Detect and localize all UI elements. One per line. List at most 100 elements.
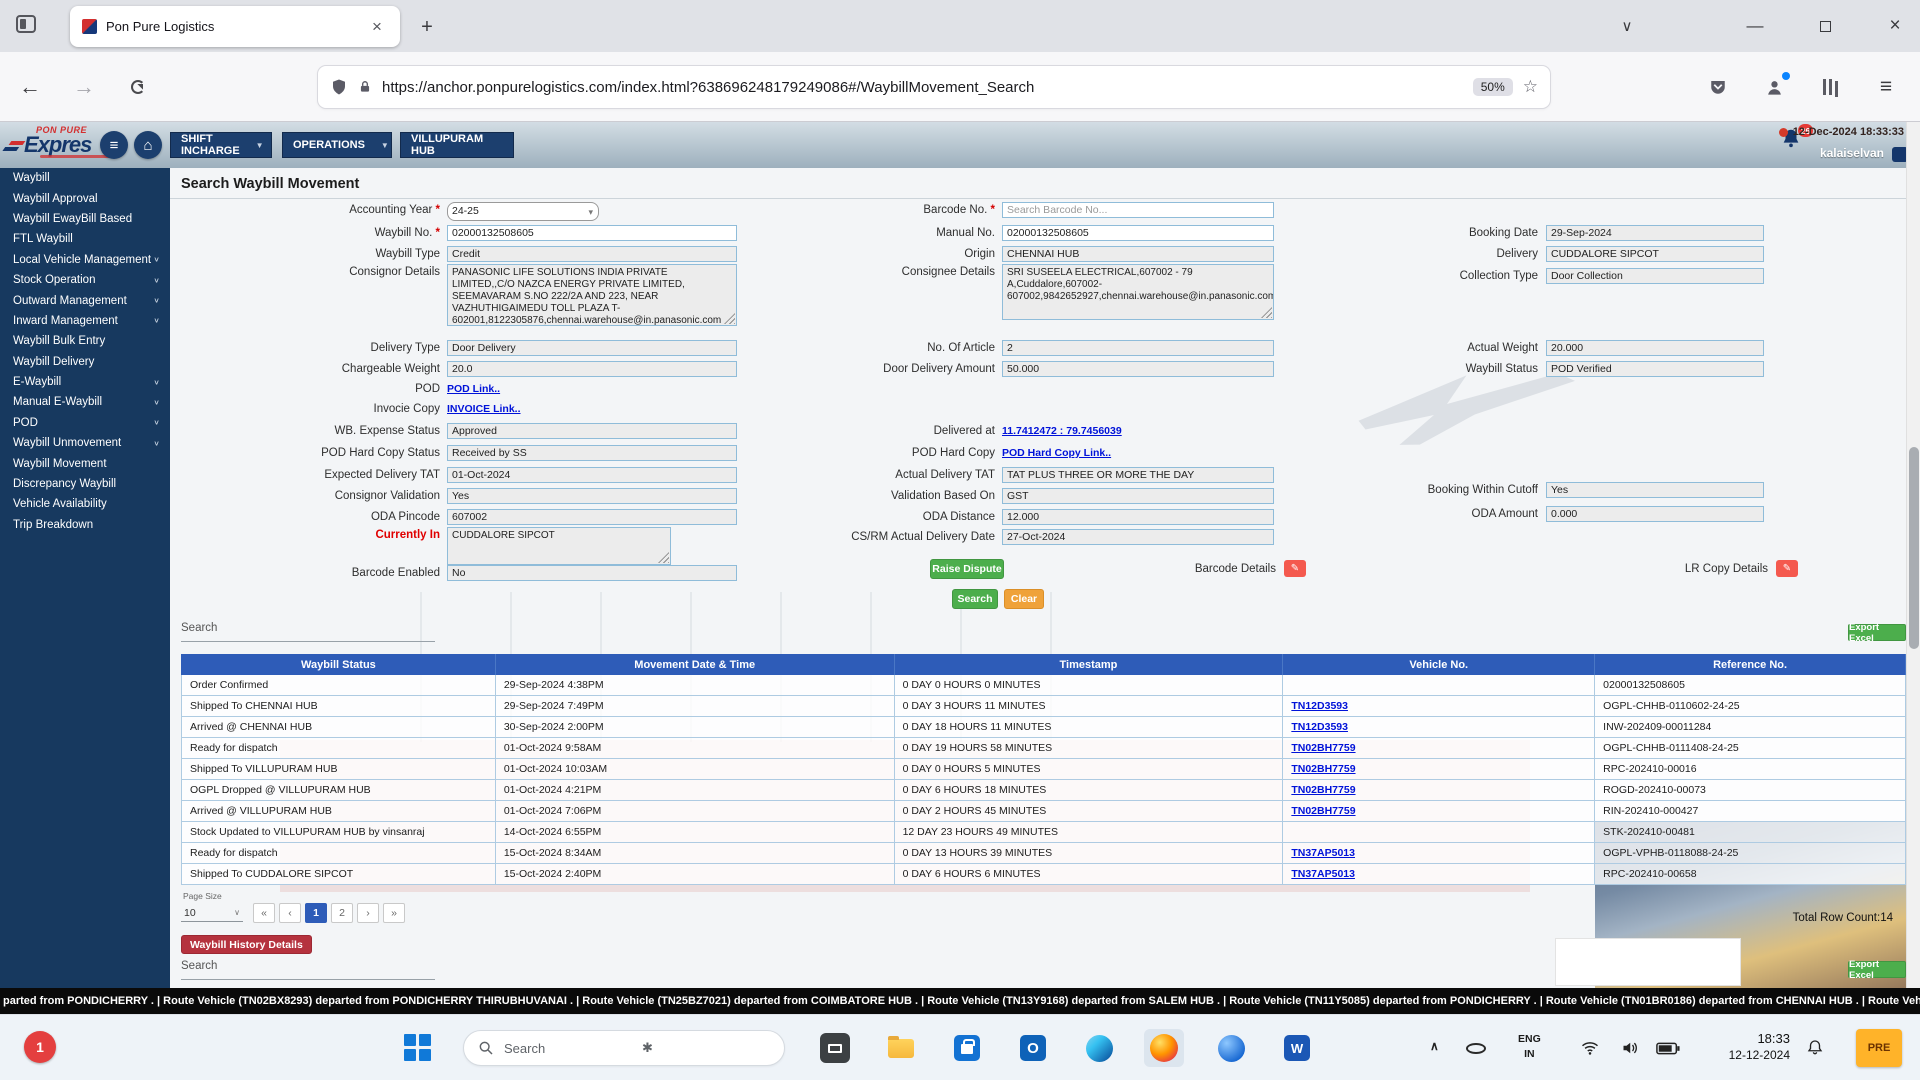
restore-button[interactable]	[1802, 0, 1848, 52]
field-invoice_copy-link[interactable]: INVOICE Link..	[447, 403, 521, 415]
file-explorer-icon[interactable]	[886, 1033, 916, 1063]
field-pod_hard_copy-link[interactable]: POD Hard Copy Link..	[1002, 447, 1111, 459]
taskbar-alert-icon[interactable]: 1	[24, 1031, 56, 1063]
vehicle-no-link[interactable]: TN02BH7759	[1291, 784, 1355, 796]
vehicle-no-link[interactable]: TN02BH7759	[1291, 763, 1355, 775]
scrollbar-thumb[interactable]	[1909, 447, 1919, 649]
forward-button[interactable]: →	[66, 70, 102, 104]
lr-copy-edit-button[interactable]: ✎	[1776, 560, 1798, 577]
browser-tab[interactable]: Pon Pure Logistics ×	[70, 6, 400, 47]
back-button[interactable]: ←	[12, 70, 48, 104]
table-cell: 0 DAY 13 HOURS 39 MINUTES	[894, 843, 1284, 864]
notification-center-bell-icon[interactable]	[1806, 1038, 1824, 1056]
volume-icon[interactable]	[1620, 1039, 1639, 1057]
holiday-flower-icon[interactable]: ✱	[642, 1040, 770, 1056]
word-icon[interactable]: W	[1282, 1033, 1312, 1063]
field-consignee_details[interactable]: SRI SUSEELA ELECTRICAL,607002 - 79 A,Cud…	[1002, 264, 1274, 320]
field-accounting_year[interactable]: 24-25 ▾	[447, 202, 599, 221]
waybill-history-details-button[interactable]: Waybill History Details	[181, 935, 312, 954]
zoom-level[interactable]: 50%	[1472, 78, 1513, 96]
start-button[interactable]	[404, 1034, 432, 1062]
table-cell: 0 DAY 0 HOURS 0 MINUTES	[894, 675, 1284, 696]
tab-close-icon[interactable]: ×	[366, 16, 388, 38]
field-label-csrm_actual_delivery_date: CS/RM Actual Delivery Date	[851, 531, 995, 543]
firefox-icon-active[interactable]	[1144, 1029, 1184, 1067]
clear-button[interactable]: Clear	[1004, 589, 1044, 609]
field-manual_no[interactable]: 02000132508605	[1002, 225, 1274, 241]
language-indicator[interactable]: ENG IN	[1518, 1032, 1541, 1062]
table-cell: 01-Oct-2024 10:03AM	[495, 759, 895, 780]
presentation-app-icon[interactable]	[820, 1033, 850, 1063]
resize-grip-icon[interactable]	[1261, 307, 1272, 318]
pocket-icon[interactable]	[1700, 70, 1736, 104]
outlook-icon[interactable]: O	[1018, 1033, 1048, 1063]
table-cell: 0 DAY 18 HOURS 11 MINUTES	[894, 717, 1284, 738]
field-barcode_no[interactable]: Search Barcode No...	[1002, 202, 1274, 218]
table-cell: 0 DAY 6 HOURS 18 MINUTES	[894, 780, 1284, 801]
resize-grip-icon[interactable]	[658, 552, 669, 563]
vehicle-no-link[interactable]: TN12D3593	[1291, 700, 1348, 712]
field-label-consignee_details: Consignee Details	[901, 266, 995, 278]
export-excel-button[interactable]: Export Excel	[1848, 622, 1906, 644]
field-label-no_of_article: No. Of Article	[927, 342, 995, 354]
library-icon[interactable]	[1812, 70, 1848, 104]
url-bar[interactable]: https://anchor.ponpurelogistics.com/inde…	[318, 66, 1550, 108]
field-pod-link[interactable]: POD Link..	[447, 383, 500, 395]
pager-nav-button[interactable]: «	[253, 903, 275, 923]
table-row: Shipped To VILLUPURAM HUB 01-Oct-2024 10:…	[181, 759, 1906, 780]
tray-eye-icon[interactable]	[1466, 1043, 1486, 1054]
barcode-details-edit-button[interactable]: ✎	[1284, 560, 1306, 577]
menu-icon[interactable]: ≡	[1868, 70, 1904, 104]
table-cell: 14-Oct-2024 6:55PM	[495, 822, 895, 843]
vehicle-no-link[interactable]: TN02BH7759	[1291, 742, 1355, 754]
hidden-icons-chevron[interactable]: ∧	[1430, 1039, 1439, 1053]
scrollbar[interactable]	[1906, 122, 1920, 988]
history-search-input[interactable]: Search	[181, 960, 435, 980]
raise-dispute-button[interactable]: Raise Dispute	[930, 559, 1004, 579]
table-cell: 30-Sep-2024 2:00PM	[495, 717, 895, 738]
taskbar-search-placeholder: Search	[504, 1040, 546, 1056]
bookmark-star-icon[interactable]: ☆	[1523, 77, 1538, 97]
search-button[interactable]: Search	[952, 589, 998, 609]
vehicle-no-link[interactable]: TN37AP5013	[1291, 847, 1355, 859]
page-button-2[interactable]: 2	[331, 903, 353, 923]
lock-icon[interactable]	[358, 79, 372, 95]
page-size-select[interactable]: 10 ∨	[181, 904, 243, 922]
table-search-input[interactable]: Search	[181, 622, 435, 642]
language-line2: IN	[1524, 1048, 1535, 1060]
vehicle-no-link[interactable]: TN37AP5013	[1291, 868, 1355, 880]
firefox-view-icon[interactable]	[16, 15, 36, 33]
browser-globe-app-icon[interactable]	[1216, 1033, 1246, 1063]
table-row: Ready for dispatch 01-Oct-2024 9:58AM 0 DA…	[181, 738, 1906, 759]
minimize-button[interactable]: —	[1732, 0, 1778, 52]
microsoft-store-icon[interactable]	[952, 1033, 982, 1063]
edge-icon[interactable]	[1084, 1033, 1114, 1063]
history-export-excel-button[interactable]: Export Excel	[1848, 959, 1906, 981]
tabs-menu-icon[interactable]: ∨	[1604, 0, 1650, 52]
vehicle-no-link[interactable]: TN02BH7759	[1291, 805, 1355, 817]
battery-icon[interactable]	[1656, 1042, 1680, 1055]
field-label-barcode_enabled: Barcode Enabled	[351, 567, 440, 579]
reload-button[interactable]	[120, 70, 156, 104]
pager-nav-button[interactable]: »	[383, 903, 405, 923]
shield-icon[interactable]	[330, 78, 348, 96]
field-delivered_at-link[interactable]: 11.7412472 : 79.7456039	[1002, 425, 1122, 437]
new-tab-button[interactable]: +	[412, 12, 442, 42]
taskbar-search[interactable]: Search ✱	[463, 1030, 785, 1066]
vehicle-no-link[interactable]: TN12D3593	[1291, 721, 1348, 733]
field-consignor_details[interactable]: PANASONIC LIFE SOLUTIONS INDIA PRIVATE L…	[447, 264, 737, 326]
pager-nav-button[interactable]: ‹	[279, 903, 301, 923]
field-actual_weight: 20.000	[1546, 340, 1764, 356]
pager-nav-button[interactable]: ›	[357, 903, 379, 923]
field-currently_in[interactable]: CUDDALORE SIPCOT	[447, 527, 671, 565]
wifi-icon[interactable]	[1580, 1039, 1600, 1057]
window-close-button[interactable]: ×	[1872, 0, 1918, 52]
page-button-1[interactable]: 1	[305, 903, 327, 923]
account-icon[interactable]	[1756, 70, 1792, 104]
field-waybill_no[interactable]: 02000132508605	[447, 225, 737, 241]
resize-grip-icon[interactable]	[724, 313, 735, 324]
pre-badge[interactable]: PRE	[1856, 1029, 1902, 1067]
clock[interactable]: 18:33 12-12-2024	[1694, 1030, 1790, 1063]
table-row: Ready for dispatch 15-Oct-2024 8:34AM 0 DA…	[181, 843, 1906, 864]
url-text[interactable]: https://anchor.ponpurelogistics.com/inde…	[382, 79, 1463, 96]
